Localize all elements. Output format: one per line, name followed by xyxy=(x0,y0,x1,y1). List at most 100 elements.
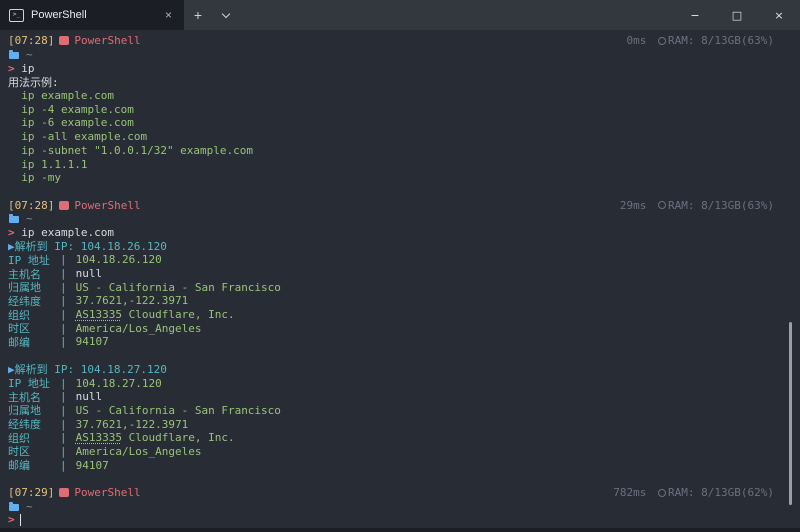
kv-separator: | xyxy=(60,445,67,458)
kv-line: 主机名|null xyxy=(8,267,774,281)
kv-line: IP 地址|104.18.27.120 xyxy=(8,376,774,390)
kv-line: 经纬度|37.7621,-122.3971 xyxy=(8,294,774,308)
terminal-output[interactable]: [07:28]PowerShell0ms RAM: 8/13GB(63%)~> … xyxy=(0,30,800,527)
folder-icon xyxy=(9,52,19,59)
scrollbar-thumb[interactable] xyxy=(789,322,792,505)
command-text: ip xyxy=(21,62,34,75)
kv-separator: | xyxy=(60,322,67,335)
kv-value-part: Cloudflare, Inc. xyxy=(122,431,235,444)
status-info: 782ms RAM: 8/13GB(62%) xyxy=(613,486,774,499)
kv-label: 邮编 xyxy=(8,334,60,350)
new-tab-button[interactable]: + xyxy=(184,0,212,30)
prompt-header-left: [07:29] PowerShell xyxy=(8,486,141,499)
kv-separator: | xyxy=(60,267,67,280)
kv-separator: | xyxy=(60,404,67,417)
kv-line: IP 地址|104.18.26.120 xyxy=(8,253,774,267)
cwd-line: ~ xyxy=(8,499,774,513)
ram-icon xyxy=(658,37,666,45)
kv-separator: | xyxy=(60,253,67,266)
kv-line: 组织|AS13335 Cloudflare, Inc. xyxy=(8,308,774,322)
ram-usage: RAM: 8/13GB(63%) xyxy=(668,199,774,212)
prompt-header-line: [07:29] PowerShell 782ms RAM: 8/13GB(62%) xyxy=(8,486,774,500)
kv-separator: | xyxy=(60,281,67,294)
prompt-char: > xyxy=(8,226,21,239)
output-line: ip -subnet "1.0.0.1/32" example.com xyxy=(8,144,774,158)
arrow-icon: ▶ xyxy=(8,240,15,253)
kv-separator: | xyxy=(60,294,67,307)
command-text: ip example.com xyxy=(21,226,114,239)
tab-powershell[interactable]: >_ PowerShell × xyxy=(0,0,184,30)
cwd-line: ~ xyxy=(8,48,774,62)
cwd-path: ~ xyxy=(26,500,33,513)
prompt-header-line: [07:28] PowerShell 0ms RAM: 8/13GB(63%) xyxy=(8,34,774,48)
prompt-timestamp: [07:29] xyxy=(8,486,54,499)
terminal-line xyxy=(8,472,774,486)
output-line: ip -all example.com xyxy=(8,130,774,144)
status-info: 0ms RAM: 8/13GB(63%) xyxy=(627,34,774,47)
tab-title: PowerShell xyxy=(31,9,87,21)
output-text: ip -4 example.com xyxy=(8,103,134,116)
text-cursor xyxy=(20,514,22,526)
output-text: ip -my xyxy=(8,171,61,184)
kv-value: AS13335 Cloudflare, Inc. xyxy=(76,431,235,444)
kv-separator: | xyxy=(60,335,67,348)
kv-label: 邮编 xyxy=(8,457,60,473)
output-text: ip -subnet "1.0.0.1/32" example.com xyxy=(8,144,253,157)
cwd-path: ~ xyxy=(26,212,33,225)
kv-value: 94107 xyxy=(76,459,109,472)
shell-name: PowerShell xyxy=(74,34,140,47)
kv-line: 时区|America/Los_Angeles xyxy=(8,445,774,459)
kv-value: America/Los_Angeles xyxy=(76,322,202,335)
terminal-window: >_ PowerShell × + − □ × [07:28] PowerShel… xyxy=(0,0,800,532)
window-border xyxy=(0,528,800,532)
ram-usage: RAM: 8/13GB(62%) xyxy=(668,486,774,499)
output-text: 用法示例: xyxy=(8,74,59,90)
prompt-header-left: [07:28]PowerShell xyxy=(8,199,141,212)
kv-value-part: AS13335 xyxy=(76,431,122,444)
kv-value: 104.18.27.120 xyxy=(76,377,162,390)
maximize-button[interactable]: □ xyxy=(716,0,758,30)
chevron-down-icon xyxy=(222,9,230,17)
kv-value: US - California - San Francisco xyxy=(76,281,281,294)
output-line: ip -my xyxy=(8,171,774,185)
shell-name: PowerShell xyxy=(74,486,140,499)
close-button[interactable]: × xyxy=(758,0,800,30)
cwd-line: ~ xyxy=(8,212,774,226)
prompt-timestamp: [07:28] xyxy=(8,34,54,47)
ram-icon xyxy=(658,201,666,209)
kv-line: 邮编|94107 xyxy=(8,335,774,349)
output-line: ip 1.1.1.1 xyxy=(8,157,774,171)
kv-separator: | xyxy=(60,418,67,431)
cwd-path: ~ xyxy=(26,48,33,61)
kv-value: 37.7621,-122.3971 xyxy=(76,294,189,307)
command-duration: 29ms xyxy=(620,199,653,212)
kv-value: 37.7621,-122.3971 xyxy=(76,418,189,431)
kv-value: 104.18.26.120 xyxy=(76,253,162,266)
powershell-icon xyxy=(59,488,69,497)
kv-line: 组织|AS13335 Cloudflare, Inc. xyxy=(8,431,774,445)
kv-value: US - California - San Francisco xyxy=(76,404,281,417)
terminal-line xyxy=(8,185,774,199)
tab-close-icon[interactable]: × xyxy=(162,7,175,23)
powershell-icon: >_ xyxy=(9,9,24,22)
powershell-icon xyxy=(59,201,69,210)
prompt-header-left: [07:28] PowerShell xyxy=(8,34,141,47)
output-text: ip example.com xyxy=(8,89,114,102)
kv-separator: | xyxy=(60,390,67,403)
input-line[interactable]: > xyxy=(8,513,774,527)
output-line: ip example.com xyxy=(8,89,774,103)
window-controls: − □ × xyxy=(674,0,800,30)
kv-value-part: Cloudflare, Inc. xyxy=(122,308,235,321)
ram-usage: RAM: 8/13GB(63%) xyxy=(668,34,774,47)
kv-separator: | xyxy=(60,377,67,390)
minimize-button[interactable]: − xyxy=(674,0,716,30)
arrow-icon: ▶ xyxy=(8,363,15,376)
titlebar: >_ PowerShell × + − □ × xyxy=(0,0,800,30)
kv-line: 归属地|US - California - San Francisco xyxy=(8,404,774,418)
resolve-line: ▶解析到 IP: 104.18.26.120 xyxy=(8,239,774,253)
tab-dropdown-button[interactable] xyxy=(212,0,240,30)
command-duration: 0ms xyxy=(627,34,654,47)
output-text: ip -6 example.com xyxy=(8,116,134,129)
output-text: ip 1.1.1.1 xyxy=(8,158,87,171)
kv-line: 邮编|94107 xyxy=(8,458,774,472)
